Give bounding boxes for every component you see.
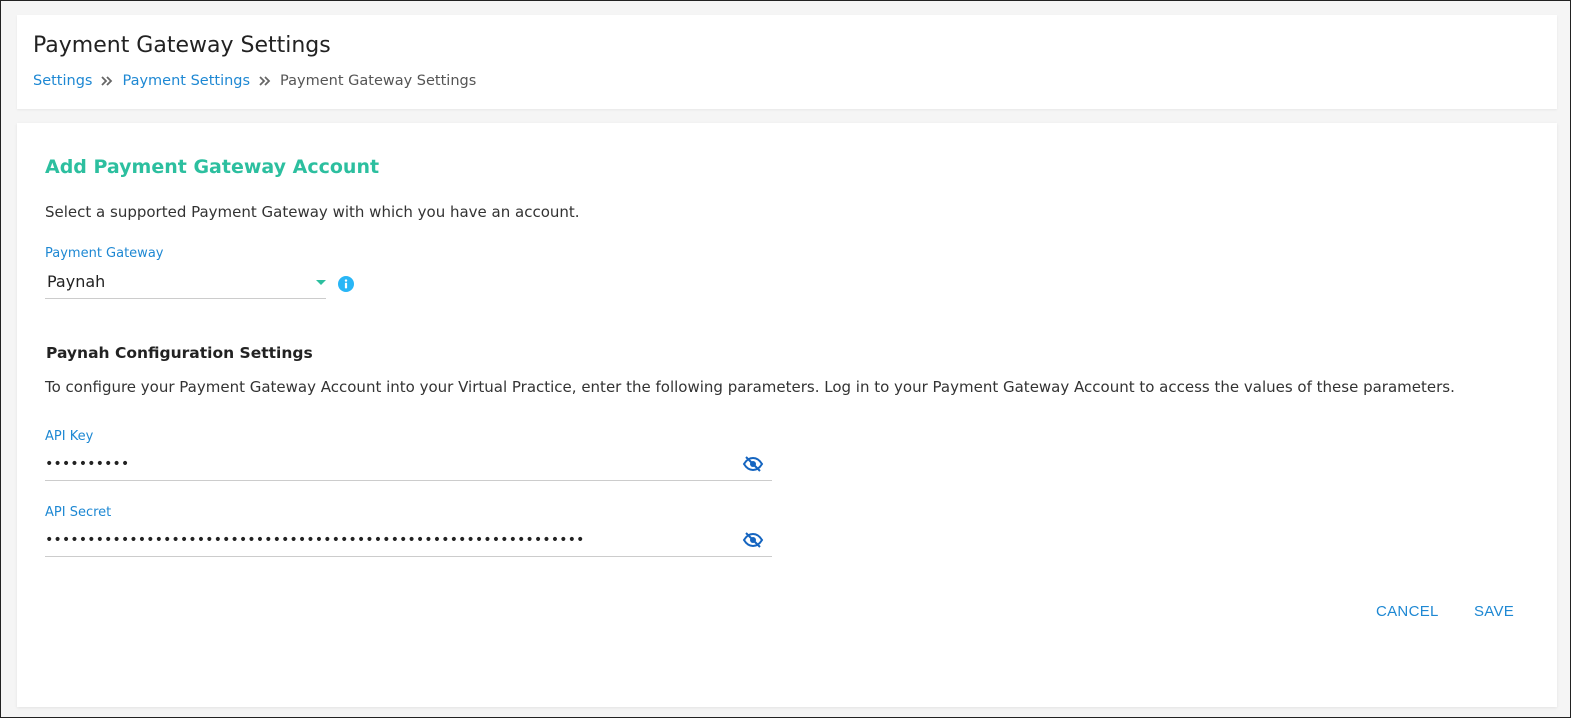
info-icon[interactable] — [338, 276, 354, 292]
api-key-label: API Key — [45, 429, 94, 444]
gateway-form-card: Add Payment Gateway Account Select a sup… — [17, 123, 1557, 707]
api-secret-input[interactable] — [45, 526, 735, 554]
section-title: Add Payment Gateway Account — [45, 156, 380, 178]
cancel-button[interactable]: CANCEL — [1376, 603, 1439, 620]
page-title: Payment Gateway Settings — [33, 33, 331, 58]
page-header: Payment Gateway Settings Settings Paymen… — [17, 15, 1557, 109]
app-frame: Payment Gateway Settings Settings Paymen… — [0, 0, 1571, 718]
config-description: To configure your Payment Gateway Accoun… — [45, 378, 1455, 396]
payment-gateway-selected-value: Paynah — [47, 272, 106, 291]
intro-text: Select a supported Payment Gateway with … — [45, 203, 580, 221]
breadcrumb-current: Payment Gateway Settings — [280, 73, 477, 89]
api-secret-label: API Secret — [45, 505, 112, 520]
payment-gateway-select[interactable]: Paynah — [45, 268, 326, 299]
config-title: Paynah Configuration Settings — [46, 344, 313, 362]
breadcrumb: Settings Payment Settings Payment Gatewa… — [33, 73, 476, 89]
save-button[interactable]: SAVE — [1474, 603, 1514, 620]
api-key-input[interactable] — [45, 450, 735, 478]
eye-slash-icon[interactable] — [742, 455, 764, 473]
eye-slash-icon[interactable] — [742, 531, 764, 549]
api-secret-field — [45, 524, 772, 557]
breadcrumb-settings[interactable]: Settings — [33, 73, 92, 89]
caret-down-icon — [316, 280, 326, 285]
double-chevron-right-icon — [250, 74, 280, 88]
payment-gateway-label: Payment Gateway — [45, 246, 164, 261]
double-chevron-right-icon — [92, 74, 122, 88]
api-key-field — [45, 448, 772, 481]
breadcrumb-payment-settings[interactable]: Payment Settings — [122, 73, 250, 89]
